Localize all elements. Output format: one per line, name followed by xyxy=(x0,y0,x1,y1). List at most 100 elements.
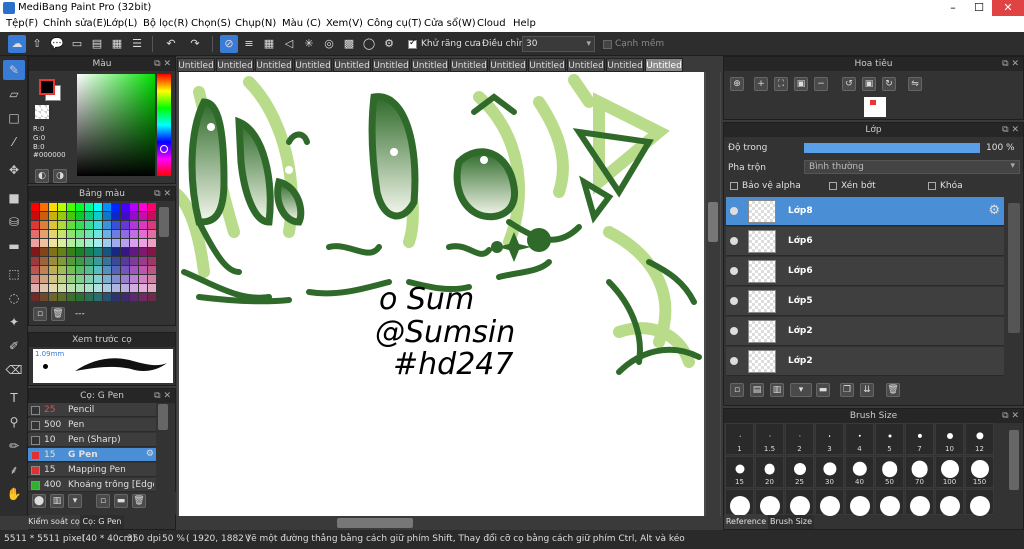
gear-icon[interactable]: ⚙ xyxy=(146,449,154,459)
brush-size-cell[interactable] xyxy=(875,489,904,516)
transparent-swatch[interactable] xyxy=(35,105,49,119)
layer-row[interactable]: Lớp2 xyxy=(726,347,1004,376)
close-button[interactable]: ✕ xyxy=(992,0,1024,16)
palette-swatch[interactable] xyxy=(76,266,84,274)
tab-document[interactable]: Untitled xyxy=(450,58,488,72)
hue-handle[interactable] xyxy=(160,145,168,153)
palette-swatch[interactable] xyxy=(103,284,111,292)
eye-icon[interactable] xyxy=(730,327,738,335)
layer-list-scrollbar[interactable] xyxy=(1008,203,1020,333)
palette-swatch[interactable] xyxy=(67,284,75,292)
add-brush-icon[interactable]: ⬤ xyxy=(32,494,46,508)
palette-swatch[interactable] xyxy=(85,203,93,211)
palette-swatch[interactable] xyxy=(148,293,156,301)
palette-swatch[interactable] xyxy=(49,275,57,283)
operation-tool-icon[interactable]: ⚲ xyxy=(3,412,25,432)
export-icon[interactable]: ⇧ xyxy=(28,35,46,53)
brush-settings-icon[interactable]: ▥ xyxy=(50,494,64,508)
select-pen-icon[interactable]: ✐ xyxy=(3,336,25,356)
brush-size-cell[interactable]: 100 xyxy=(935,456,964,488)
brush-size-cell[interactable]: 150 xyxy=(965,456,994,488)
fill-rect-icon[interactable]: ■ xyxy=(3,188,25,208)
palette-swatch[interactable] xyxy=(121,257,129,265)
palette-swatch[interactable] xyxy=(76,230,84,238)
palette-swatch[interactable] xyxy=(58,230,66,238)
palette-swatch[interactable] xyxy=(40,248,48,256)
palette-swatch[interactable] xyxy=(58,203,66,211)
palette-swatch[interactable] xyxy=(139,203,147,211)
brush-size-cell[interactable]: 2 xyxy=(785,423,814,455)
move-tool-icon[interactable]: ✥ xyxy=(3,160,25,180)
navigator-thumbnail[interactable] xyxy=(864,97,886,117)
palette-swatch[interactable] xyxy=(31,221,39,229)
dot-tool-icon[interactable]: □ xyxy=(3,108,25,128)
tab-document[interactable]: Untitled xyxy=(606,58,644,72)
canvas-horizontal-scrollbar[interactable] xyxy=(179,516,704,530)
palette-swatch[interactable] xyxy=(139,212,147,220)
palette-swatch[interactable] xyxy=(139,275,147,283)
gradient-tool-icon[interactable]: ▬ xyxy=(3,236,25,256)
palette-swatch[interactable] xyxy=(31,212,39,220)
palette-swatch[interactable] xyxy=(85,212,93,220)
palette-swatch[interactable] xyxy=(94,266,102,274)
pen-tool-icon[interactable]: ⁄ xyxy=(3,132,25,152)
comment-icon[interactable]: ▭ xyxy=(68,35,86,53)
palette-swatch[interactable] xyxy=(76,257,84,265)
eye-icon[interactable] xyxy=(730,237,738,245)
text-tool-icon[interactable]: T xyxy=(3,388,25,408)
palette-swatch[interactable] xyxy=(85,266,93,274)
palette-swatch[interactable] xyxy=(58,239,66,247)
rotate-right-icon[interactable]: ↻ xyxy=(882,77,896,91)
palette-swatch[interactable] xyxy=(148,203,156,211)
tab-document[interactable]: Untitled xyxy=(177,58,215,72)
palette-swatch[interactable] xyxy=(85,239,93,247)
brush-size-cell[interactable] xyxy=(845,489,874,516)
trash-icon[interactable]: 🗑 xyxy=(51,307,65,321)
circle-snap-icon[interactable]: ◎ xyxy=(320,35,338,53)
palette-swatch[interactable] xyxy=(148,257,156,265)
soft-edge-checkbox[interactable] xyxy=(603,40,612,49)
palette-swatch[interactable] xyxy=(139,284,147,292)
brush-size-cell[interactable]: 3 xyxy=(815,423,844,455)
tab-document[interactable]: Untitled xyxy=(567,58,605,72)
palette-swatch[interactable] xyxy=(148,239,156,247)
layer-row[interactable]: Lớp5 xyxy=(726,287,1004,316)
palette-swatch[interactable] xyxy=(103,230,111,238)
parallel-snap-icon[interactable]: ≡ xyxy=(240,35,258,53)
tab-document[interactable]: Untitled xyxy=(372,58,410,72)
palette-swatch[interactable] xyxy=(49,203,57,211)
palette-swatch[interactable] xyxy=(139,239,147,247)
palette-swatch[interactable] xyxy=(112,230,120,238)
menu-edit[interactable]: Chỉnh sửa(E) xyxy=(43,18,107,29)
palette-swatch[interactable] xyxy=(94,212,102,220)
chat-icon[interactable]: 💬 xyxy=(48,35,66,53)
palette-swatch[interactable] xyxy=(49,230,57,238)
palette-swatch[interactable] xyxy=(58,266,66,274)
hand-tool-icon[interactable]: ✋ xyxy=(3,484,25,504)
new-layer-icon[interactable]: ▫ xyxy=(730,383,744,397)
folder-icon[interactable]: ▬ xyxy=(114,494,128,508)
palette-swatch[interactable] xyxy=(31,284,39,292)
menu-cloud[interactable]: Cloud xyxy=(477,18,506,29)
palette-swatch[interactable] xyxy=(130,212,138,220)
brush-size-cell[interactable]: 1 xyxy=(725,423,754,455)
brush-size-cell[interactable]: 15 xyxy=(725,456,754,488)
palette-swatch[interactable] xyxy=(94,239,102,247)
palette-swatch[interactable] xyxy=(94,275,102,283)
palette-swatch[interactable] xyxy=(40,275,48,283)
brush-size-cell[interactable]: 30 xyxy=(815,456,844,488)
eraser-tool-icon[interactable]: ▱ xyxy=(3,84,25,104)
palette-swatch[interactable] xyxy=(49,266,57,274)
brush-size-cell[interactable]: 20 xyxy=(755,456,784,488)
grid-doc-icon[interactable]: ▦ xyxy=(108,35,126,53)
palette-swatch[interactable] xyxy=(49,257,57,265)
palette-swatch[interactable] xyxy=(103,248,111,256)
palette-swatch[interactable] xyxy=(130,275,138,283)
palette-swatch[interactable] xyxy=(31,257,39,265)
layer-row[interactable]: Lớp6 xyxy=(726,257,1004,286)
palette-swatch[interactable] xyxy=(121,203,129,211)
palette-swatch[interactable] xyxy=(121,230,129,238)
eye-icon[interactable] xyxy=(730,207,738,215)
palette-swatch[interactable] xyxy=(139,293,147,301)
brush-size-cell[interactable] xyxy=(905,489,934,516)
